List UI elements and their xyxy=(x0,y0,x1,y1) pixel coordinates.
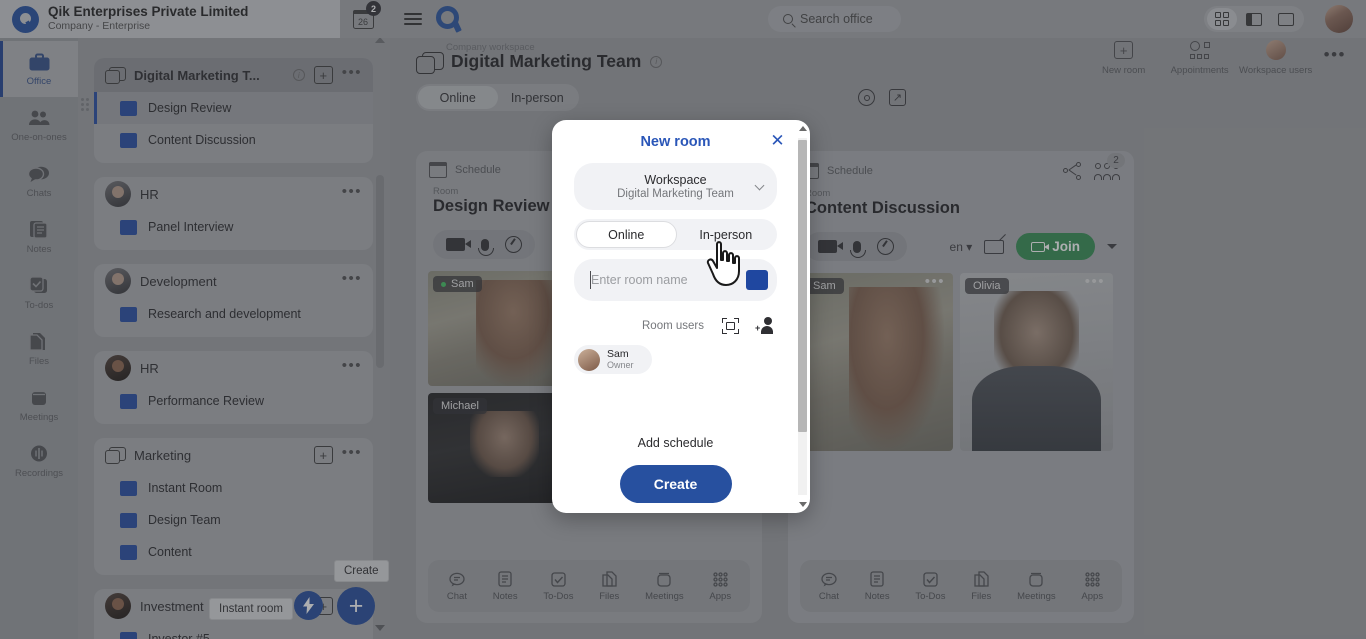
chevron-down-icon xyxy=(755,181,765,191)
dialog-title: New room xyxy=(574,134,777,150)
add-schedule-button[interactable]: Add schedule xyxy=(574,436,777,450)
room-users-label: Room users xyxy=(642,320,704,332)
close-icon[interactable]: ✕ xyxy=(769,133,786,150)
room-users-row: Room users + xyxy=(574,317,777,334)
room-color-picker[interactable] xyxy=(746,270,768,290)
app-root: Qik Enterprises Private Limited Company … xyxy=(0,0,1366,639)
user-name: Sam xyxy=(607,348,634,360)
scroll-up-arrow[interactable] xyxy=(799,126,807,131)
text-caret xyxy=(590,271,591,289)
scroll-down-arrow[interactable] xyxy=(799,502,807,507)
mode-online-button[interactable]: Online xyxy=(576,221,677,248)
create-room-button[interactable]: Create xyxy=(620,465,732,503)
room-user-chip[interactable]: Sam Owner xyxy=(574,345,652,374)
avatar xyxy=(578,349,600,371)
hand-cursor xyxy=(705,240,747,288)
workspace-select-label: Workspace xyxy=(644,173,706,187)
scan-qr-icon[interactable] xyxy=(722,318,739,334)
user-role: Owner xyxy=(607,360,634,370)
modal-scrollbar[interactable] xyxy=(797,124,808,509)
new-room-dialog: New room ✕ Workspace Digital Marketing T… xyxy=(552,120,810,513)
workspace-select-value: Digital Marketing Team xyxy=(617,188,734,200)
add-user-icon[interactable]: + xyxy=(755,317,773,334)
workspace-select[interactable]: Workspace Digital Marketing Team xyxy=(574,163,777,210)
